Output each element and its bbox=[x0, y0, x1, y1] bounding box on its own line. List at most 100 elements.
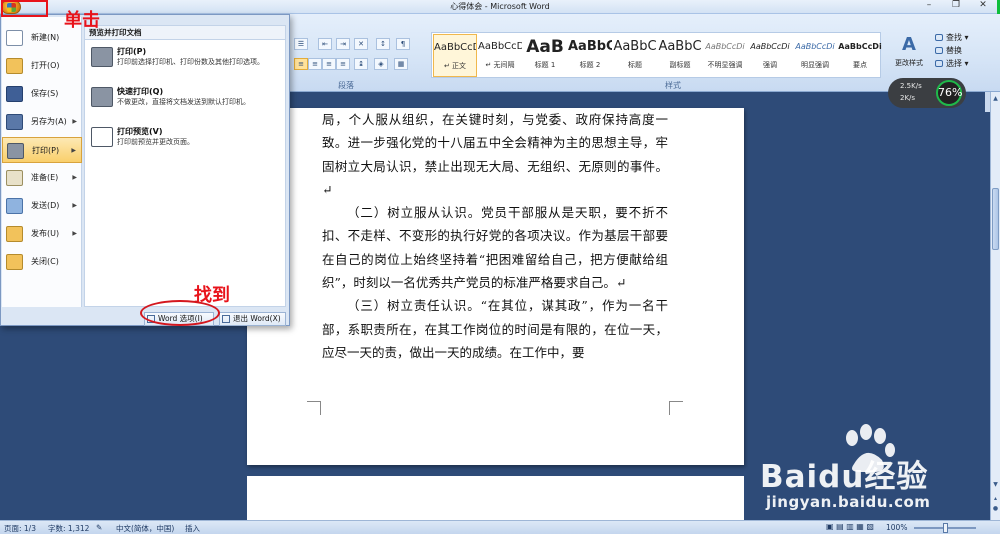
window-title: 心得体会 - Microsoft Word bbox=[450, 2, 550, 11]
scroll-thumb[interactable] bbox=[992, 188, 999, 250]
replace-button[interactable]: 替换 bbox=[934, 44, 996, 57]
menu-item-label: 打印(P) bbox=[32, 146, 60, 155]
close-icon bbox=[222, 315, 230, 323]
menu-item-label: 准备(E) bbox=[31, 173, 59, 182]
replace-icon bbox=[935, 47, 943, 54]
menu-item-label: 保存(S) bbox=[31, 89, 59, 98]
find-button[interactable]: 查找 ▾ bbox=[934, 31, 996, 44]
send-icon bbox=[6, 198, 23, 214]
style-sample: AaBbCcDi bbox=[795, 42, 835, 51]
numbering-icon[interactable]: ☰ bbox=[294, 38, 308, 50]
style-strong[interactable]: AaBbCcDi 要点 bbox=[838, 34, 882, 77]
select-button[interactable]: 选择 ▾ bbox=[934, 57, 996, 70]
style-sample: AaBbC bbox=[568, 39, 612, 54]
prev-page-icon[interactable]: ▴ bbox=[992, 494, 999, 503]
language-indicator[interactable]: 中文(简体，中国) bbox=[116, 523, 174, 534]
style-name: 明显强调 bbox=[801, 61, 829, 69]
change-styles-button[interactable]: A 更改样式 bbox=[888, 32, 930, 82]
upload-speed: 2.5K/s bbox=[900, 82, 922, 90]
zoom-slider[interactable] bbox=[914, 523, 976, 533]
menu-item-label: 另存为(A) bbox=[31, 117, 67, 126]
scroll-up-icon[interactable]: ▲ bbox=[992, 94, 999, 103]
submenu-item-title: 打印(P) bbox=[117, 47, 147, 56]
document-text[interactable]: 局，个人服从组织，在关键时刻，与党委、政府保持高度一致。进一步强化党的十八届五中… bbox=[322, 108, 668, 364]
borders-icon[interactable]: ▦ bbox=[394, 58, 408, 70]
menu-item-close[interactable]: 关闭(C) bbox=[2, 249, 82, 275]
office-menu: 新建(N) 打开(O) 保存(S) 另存为(A) ▶ 打印(P) ▶ 准备(E)… bbox=[0, 14, 290, 326]
style-subtitle[interactable]: AaBbC 副标题 bbox=[658, 34, 702, 77]
menu-item-print[interactable]: 打印(P) ▶ bbox=[2, 137, 82, 163]
paragraph: 局，个人服从组织，在关键时刻，与党委、政府保持高度一致。进一步强化党的十八届五中… bbox=[322, 112, 668, 197]
style-emphasis[interactable]: AaBbCcDi 强调 bbox=[748, 34, 792, 77]
style-heading-1[interactable]: AaB 标题 1 bbox=[523, 34, 567, 77]
style-heading-2[interactable]: AaBbC 标题 2 bbox=[568, 34, 612, 77]
scroll-down-icon[interactable]: ▼ bbox=[992, 480, 999, 489]
find-label: 查找 bbox=[946, 33, 962, 42]
menu-item-save-as[interactable]: 另存为(A) ▶ bbox=[2, 109, 82, 135]
align-right-icon[interactable]: ≡ bbox=[322, 58, 336, 70]
style-sample: AaBbC bbox=[658, 39, 702, 54]
submenu-print[interactable]: 打印(P) 打印前选择打印机、打印份数及其他打印选项。 bbox=[89, 44, 284, 80]
submenu-quick-print[interactable]: 快速打印(Q) 不做更改，直接将文档发送到默认打印机。 bbox=[89, 84, 284, 120]
style-intense-emphasis[interactable]: AaBbCcDi 明显强调 bbox=[793, 34, 837, 77]
style-title[interactable]: AaBbC 标题 bbox=[613, 34, 657, 77]
restore-button[interactable]: ❐ bbox=[943, 0, 969, 10]
style-no-spacing[interactable]: AaBbCcD ↵ 无间隔 bbox=[478, 34, 522, 77]
binoculars-icon bbox=[935, 34, 943, 41]
change-styles-icon: A bbox=[902, 34, 916, 55]
browse-object-icon[interactable]: ● bbox=[992, 504, 999, 513]
sort-icon[interactable]: ↕ bbox=[376, 38, 390, 50]
menu-item-save[interactable]: 保存(S) bbox=[2, 81, 82, 107]
style-normal[interactable]: AaBbCcD ↵ 正文 bbox=[433, 34, 477, 77]
justify-icon[interactable]: ≡ bbox=[336, 58, 350, 70]
decrease-indent-icon[interactable]: ⇤ bbox=[318, 38, 332, 50]
menu-item-open[interactable]: 打开(O) bbox=[2, 53, 82, 79]
group-label-styles: 样式 bbox=[665, 81, 681, 90]
network-speed-widget[interactable]: 2.5K/s 2K/s 76% bbox=[888, 78, 966, 108]
menu-item-label: 新建(N) bbox=[31, 33, 60, 42]
zoom-level[interactable]: 100% bbox=[886, 523, 907, 532]
style-subtle-emphasis[interactable]: AaBbCcDi 不明显强调 bbox=[703, 34, 747, 77]
show-marks-icon[interactable]: ¶ bbox=[396, 38, 410, 50]
increase-indent-icon[interactable]: ⇥ bbox=[336, 38, 350, 50]
insert-mode[interactable]: 插入 bbox=[185, 523, 200, 534]
close-button[interactable]: ✕ bbox=[970, 0, 996, 10]
style-sample: AaB bbox=[526, 37, 564, 57]
proofing-icon[interactable]: ✎ bbox=[96, 523, 102, 532]
group-label-paragraph: 段落 bbox=[338, 81, 354, 90]
shading-icon[interactable]: ◈ bbox=[374, 58, 388, 70]
annotation-click: 单击 bbox=[64, 10, 100, 31]
menu-item-prepare[interactable]: 准备(E) ▶ bbox=[2, 165, 82, 191]
minimize-button[interactable]: – bbox=[916, 0, 942, 10]
submenu-print-preview[interactable]: 打印预览(V) 打印前预览并更改页面。 bbox=[89, 124, 284, 160]
exit-word-button[interactable]: 退出 Word(X) bbox=[219, 312, 286, 326]
page-count[interactable]: 页面: 1/3 bbox=[4, 523, 36, 534]
submenu-arrow-icon: ▶ bbox=[72, 202, 77, 209]
submenu-item-desc: 不做更改，直接将文档发送到默认打印机。 bbox=[117, 98, 250, 106]
menu-item-send[interactable]: 发送(D) ▶ bbox=[2, 193, 82, 219]
quick-print-icon bbox=[91, 87, 113, 107]
view-buttons[interactable]: ▣ ▤ ▥ ▦ ▧ bbox=[826, 522, 874, 531]
align-center-icon[interactable]: ≡ bbox=[308, 58, 322, 70]
style-sample: AaBbCcD bbox=[478, 41, 522, 52]
menu-item-publish[interactable]: 发布(U) ▶ bbox=[2, 221, 82, 247]
replace-label: 替换 bbox=[946, 46, 962, 55]
office-menu-commands: 新建(N) 打开(O) 保存(S) 另存为(A) ▶ 打印(P) ▶ 准备(E)… bbox=[2, 17, 82, 307]
zoom-slider-knob[interactable] bbox=[943, 523, 948, 533]
word-count[interactable]: 字数: 1,312 bbox=[48, 523, 89, 534]
style-name: 要点 bbox=[853, 61, 867, 69]
menu-item-label: 发送(D) bbox=[31, 201, 60, 210]
submenu-header: 预览并打印文档 bbox=[85, 26, 285, 40]
style-sample: AaBbC bbox=[613, 39, 657, 54]
submenu-item-desc: 打印前选择打印机、打印份数及其他打印选项。 bbox=[117, 58, 264, 66]
style-name: 不明显强调 bbox=[707, 61, 743, 69]
align-left-icon[interactable]: ≡ bbox=[294, 58, 308, 70]
line-spacing-icon[interactable]: ↨ bbox=[354, 58, 368, 70]
select-label: 选择 bbox=[946, 59, 962, 68]
vertical-scrollbar[interactable]: ▲ ▼ ▴ ● bbox=[990, 92, 1000, 520]
document-page[interactable]: 局，个人服从组织，在关键时刻，与党委、政府保持高度一致。进一步强化党的十八届五中… bbox=[247, 108, 744, 465]
submenu-item-title: 快速打印(Q) bbox=[117, 87, 164, 96]
chinese-layout-icon[interactable]: ✕ bbox=[354, 38, 368, 50]
new-document-icon bbox=[6, 30, 23, 46]
submenu-arrow-icon: ▶ bbox=[71, 147, 76, 154]
